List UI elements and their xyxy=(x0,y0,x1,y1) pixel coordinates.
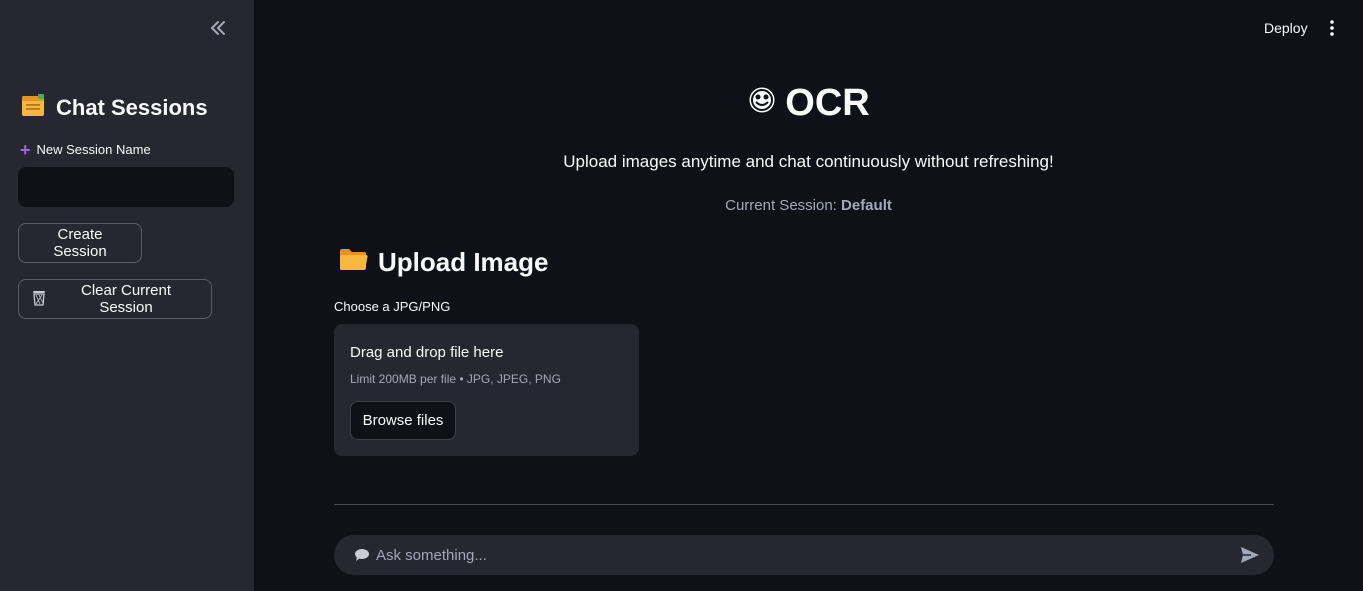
sidebar: Chat Sessions + New Session Name Create … xyxy=(0,0,254,591)
chat-input[interactable] xyxy=(376,546,1238,564)
new-session-input[interactable] xyxy=(18,167,234,207)
create-session-label: Create Session xyxy=(53,226,107,260)
sidebar-title-text: Chat Sessions xyxy=(56,95,208,120)
upload-heading: Upload Image xyxy=(338,246,548,279)
dropzone-title: Drag and drop file here xyxy=(350,344,504,361)
browse-files-button[interactable]: Browse files xyxy=(350,401,456,440)
clear-session-label: Clear Current Session xyxy=(80,282,172,316)
file-uploader-label: Choose a JPG/PNG xyxy=(334,299,451,314)
current-session-line: Current Session: Default xyxy=(254,197,1363,214)
browse-files-label: Browse files xyxy=(362,412,444,429)
current-session-prefix: Current Session: xyxy=(725,197,837,214)
wastebasket-icon xyxy=(31,289,47,310)
page-subtitle: Upload images anytime and chat continuou… xyxy=(563,152,1054,171)
sidebar-title: Chat Sessions xyxy=(20,93,208,123)
file-dropzone[interactable]: Drag and drop file here Limit 200MB per … xyxy=(334,324,639,456)
plus-icon: + xyxy=(20,139,31,160)
page-title-text: OCR xyxy=(785,82,870,124)
create-session-button[interactable]: Create Session xyxy=(18,223,142,263)
dropzone-limit: Limit 200MB per file • JPG, JPEG, PNG xyxy=(350,372,561,386)
speech-bubble-icon xyxy=(354,548,370,562)
collapse-sidebar-icon[interactable] xyxy=(204,16,232,40)
page-title: OCR xyxy=(254,82,1363,125)
deploy-button[interactable]: Deploy xyxy=(1256,16,1316,40)
upload-heading-text: Upload Image xyxy=(378,247,549,277)
deploy-label: Deploy xyxy=(1264,20,1308,36)
clear-session-button[interactable]: Clear Current Session xyxy=(18,279,212,319)
clipboard-icon xyxy=(20,93,46,123)
new-session-label-text: New Session Name xyxy=(36,142,151,157)
folder-icon xyxy=(338,246,368,279)
new-session-label: + New Session Name xyxy=(20,139,151,160)
send-icon[interactable] xyxy=(1238,543,1262,567)
smiley-icon xyxy=(747,82,777,125)
divider xyxy=(334,504,1274,505)
chat-input-bar xyxy=(334,535,1274,575)
current-session-name: Default xyxy=(841,197,892,214)
kebab-menu-icon[interactable] xyxy=(1320,16,1344,40)
